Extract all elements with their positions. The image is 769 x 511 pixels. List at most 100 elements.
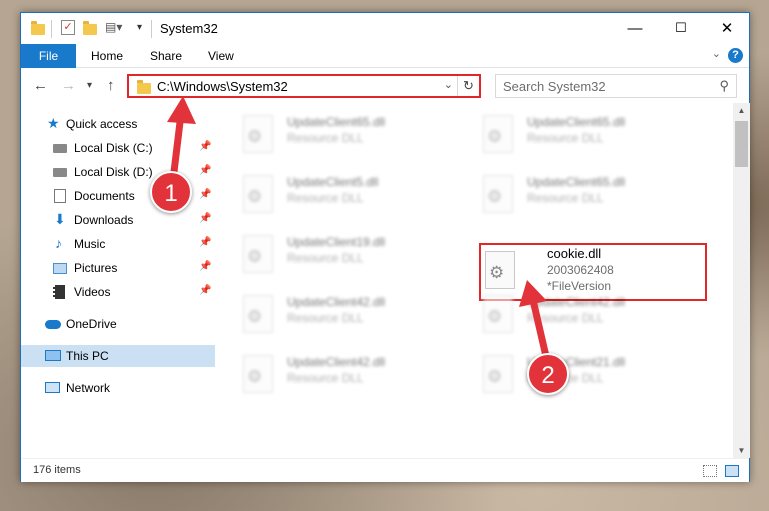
pictures-icon [53, 263, 67, 274]
file-name: UpdateClient65.dll [527, 175, 626, 189]
folder-icon [137, 80, 151, 94]
explorer-window: ✓ ▤▾ ▾ System32 — ☐ ✕ File Home Share Vi… [20, 12, 750, 482]
pin-icon[interactable]: 📌 [199, 285, 211, 296]
sidebar-item-local-disk-c[interactable]: Local Disk (C:) 📌 [21, 137, 215, 159]
dll-file-icon [483, 175, 513, 213]
pc-icon [45, 350, 61, 361]
music-icon: ♪ [55, 235, 62, 251]
file-type: Resource DLL [527, 191, 604, 205]
sidebar-item-downloads[interactable]: ⬇ Downloads 📌 [21, 209, 215, 231]
sidebar-item-label: Pictures [74, 261, 118, 275]
sidebar-item-label: Network [66, 381, 111, 395]
address-path: C:\Windows\System32 [157, 79, 288, 94]
tab-file[interactable]: File [21, 44, 76, 68]
dll-file-icon [243, 355, 273, 393]
list-item[interactable]: UpdateClient19.dll Resource DLL [235, 231, 465, 287]
address-dropdown-icon[interactable]: ⌄ [444, 78, 453, 91]
sidebar-item-label: This PC [66, 349, 109, 363]
list-item[interactable]: UpdateClient65.dll Resource DLL [475, 111, 705, 167]
step-2-badge: 2 [527, 353, 569, 395]
back-arrow-icon[interactable]: ← [33, 77, 48, 94]
refresh-icon[interactable]: ↻ [457, 76, 479, 96]
dll-file-icon [243, 235, 273, 273]
sidebar-item-quick-access[interactable]: ★ Quick access [21, 113, 215, 135]
documents-icon [54, 189, 66, 203]
file-name: UpdateClient65.dll [527, 115, 626, 129]
sidebar-item-music[interactable]: ♪ Music 📌 [21, 233, 215, 255]
list-item[interactable]: UpdateClient5.dll Resource DLL [235, 171, 465, 227]
qat-dropdown-icon[interactable]: ▾ [137, 22, 142, 40]
pin-icon[interactable]: 📌 [199, 213, 211, 224]
file-type: Resource DLL [287, 311, 364, 325]
ribbon: File Home Share View ⌄ ? [21, 44, 749, 68]
sidebar-item-videos[interactable]: Videos 📌 [21, 281, 215, 303]
dll-file-icon [483, 115, 513, 153]
tab-view[interactable]: View [208, 44, 234, 68]
window-title: System32 [160, 21, 218, 36]
close-button[interactable]: ✕ [704, 13, 750, 43]
details-view-icon[interactable] [703, 465, 717, 477]
file-type: Resource DLL [287, 251, 364, 265]
address-bar[interactable]: C:\Windows\System32 ⌄ ↻ [127, 74, 481, 98]
file-name: UpdateClient5.dll [287, 175, 379, 189]
up-arrow-icon[interactable]: ↑ [107, 77, 115, 94]
search-placeholder: Search System32 [503, 79, 606, 94]
file-type: Resource DLL [287, 191, 364, 205]
list-item[interactable]: UpdateClient42.dll Resource DLL [475, 291, 705, 347]
forward-arrow-icon[interactable]: → [61, 77, 76, 94]
customize-qat-icon[interactable]: ▤▾ [105, 20, 122, 34]
separator [151, 20, 152, 38]
drive-icon [53, 168, 67, 177]
pin-icon[interactable]: 📌 [199, 165, 211, 176]
large-icons-view-icon[interactable] [725, 465, 739, 477]
sidebar-item-label: Music [74, 237, 106, 251]
file-type: Resource DLL [287, 371, 364, 385]
sidebar-item-label: OneDrive [66, 317, 117, 331]
sidebar-item-onedrive[interactable]: OneDrive [21, 313, 215, 335]
properties-icon[interactable]: ✓ [61, 20, 75, 35]
file-list: UpdateClient65.dll Resource DLL UpdateCl… [235, 103, 733, 458]
step-1-badge: 1 [150, 171, 192, 213]
item-count: 176 items [33, 464, 81, 476]
list-item[interactable]: UpdateClient21.dll Resource DLL [475, 351, 705, 407]
sidebar-item-label: Documents [74, 189, 135, 203]
pin-icon[interactable]: 📌 [199, 261, 211, 272]
list-item[interactable]: UpdateClient42.dll Resource DLL [235, 291, 465, 347]
file-name: UpdateClient65.dll [287, 115, 386, 129]
sidebar-item-this-pc[interactable]: This PC [21, 345, 215, 367]
pin-icon[interactable]: 📌 [199, 141, 211, 152]
dll-file-icon [243, 115, 273, 153]
downloads-icon: ⬇ [54, 211, 66, 227]
scroll-down-icon[interactable]: ▼ [733, 446, 750, 455]
file-type: Resource DLL [527, 131, 604, 145]
vertical-scrollbar[interactable]: ▲ ▼ [733, 103, 750, 458]
tab-home[interactable]: Home [91, 44, 123, 68]
sidebar-item-pictures[interactable]: Pictures 📌 [21, 257, 215, 279]
pin-icon[interactable]: 📌 [199, 189, 211, 200]
search-input[interactable]: Search System32 ⚲ [495, 74, 737, 98]
help-icon[interactable]: ? [728, 48, 743, 63]
tab-share[interactable]: Share [150, 44, 182, 68]
navigation-bar: ← → ▾ ↑ C:\Windows\System32 ⌄ ↻ Search S… [21, 69, 749, 103]
sidebar-item-label: Downloads [74, 213, 134, 227]
title-bar: ✓ ▤▾ ▾ System32 — ☐ ✕ [21, 13, 749, 44]
file-type: Resource DLL [287, 131, 364, 145]
recent-locations-icon[interactable]: ▾ [87, 80, 92, 91]
videos-icon [53, 285, 65, 299]
pin-icon[interactable]: 📌 [199, 237, 211, 248]
list-item[interactable]: UpdateClient42.dll Resource DLL [235, 351, 465, 407]
file-name: UpdateClient42.dll [287, 355, 386, 369]
dll-file-icon [243, 175, 273, 213]
separator [51, 20, 52, 38]
list-item[interactable]: UpdateClient65.dll Resource DLL [235, 111, 465, 167]
minimize-button[interactable]: — [612, 13, 658, 43]
sidebar-item-label: Local Disk (D:) [74, 165, 153, 179]
file-type: Resource DLL [527, 311, 604, 325]
list-item[interactable]: UpdateClient65.dll Resource DLL [475, 171, 705, 227]
scroll-up-icon[interactable]: ▲ [733, 106, 750, 115]
sidebar-item-network[interactable]: Network [21, 377, 215, 399]
expand-ribbon-icon[interactable]: ⌄ [712, 47, 721, 60]
maximize-button[interactable]: ☐ [658, 13, 704, 43]
dll-file-icon [243, 295, 273, 333]
scroll-thumb[interactable] [735, 121, 748, 167]
